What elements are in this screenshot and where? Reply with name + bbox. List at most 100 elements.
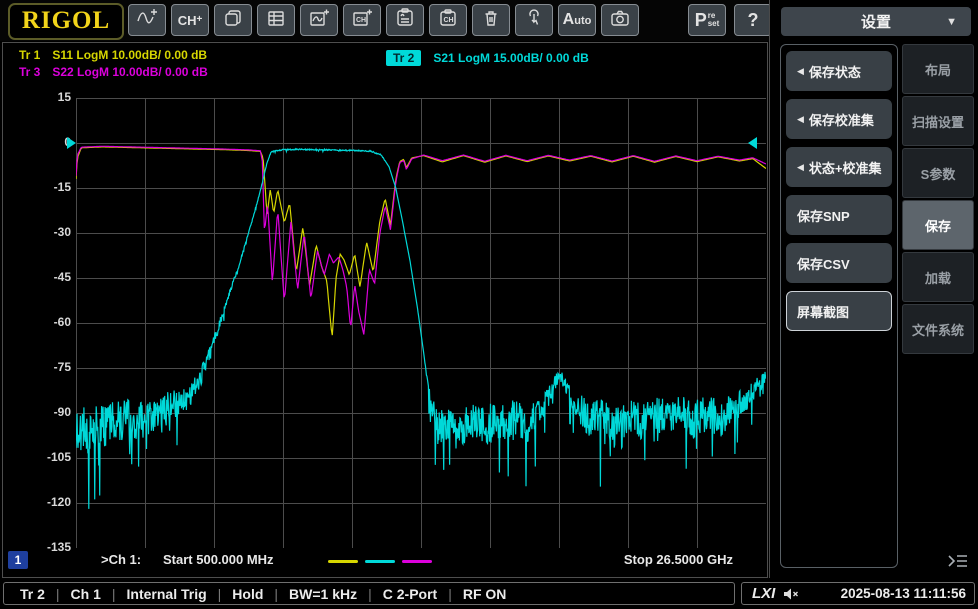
- settings-panel: 设置 ▼ ◀ 保存状态 ◀ 保存校准集 ◀ 状态+校准集保存SNP 保存CSV 屏幕截图 布局…: [776, 0, 978, 578]
- trace3-label[interactable]: Tr 3 S22 LogM 10.00dB/ 0.00 dB: [19, 65, 208, 79]
- system-status: LXI 2025-08-13 11:11:56: [741, 582, 975, 605]
- submenu-container: ◀ 保存状态 ◀ 保存校准集 ◀ 状态+校准集保存SNP 保存CSV 屏幕截图: [780, 44, 898, 568]
- trace1-legend-dash: [328, 560, 358, 563]
- menu-tab[interactable]: S参数: [902, 148, 974, 198]
- menu-item[interactable]: 保存CSV: [786, 243, 892, 283]
- y-tick-label: -105: [46, 450, 71, 464]
- menu-item-label: 状态+校准集: [808, 160, 882, 176]
- y-tick-label: -60: [53, 315, 71, 329]
- ref-level-marker-right[interactable]: [748, 137, 757, 149]
- touch-icon: [524, 8, 544, 33]
- y-tick-label: -30: [53, 225, 71, 239]
- y-tick-label: 15: [57, 90, 71, 104]
- window-trace-icon: [309, 8, 330, 33]
- status-separator: |: [274, 585, 279, 602]
- add-channel-button[interactable]: CH +: [171, 4, 209, 36]
- trace2-label[interactable]: Tr 2 S21 LogM 15.00dB/ 0.00 dB: [386, 50, 589, 66]
- clipboard-trace-icon: [395, 7, 415, 33]
- start-frequency[interactable]: Start 500.000 MHz: [163, 552, 274, 567]
- status-item[interactable]: RF ON: [463, 586, 507, 602]
- trash-icon: [481, 8, 501, 33]
- stop-frequency[interactable]: Stop 26.5000 GHz: [624, 552, 733, 567]
- rigol-logo: RIGOL: [8, 3, 124, 40]
- lxi-logo: LXI: [752, 585, 776, 602]
- status-item[interactable]: C 2-Port: [383, 586, 437, 602]
- collapse-menu-button[interactable]: [944, 552, 972, 574]
- trace-plot: [76, 98, 766, 548]
- status-item[interactable]: Tr 2: [20, 586, 45, 602]
- menu-tab[interactable]: 文件系统: [902, 304, 974, 354]
- status-item[interactable]: BW=1 kHz: [289, 586, 357, 602]
- trace2-active-badge: Tr 2: [386, 50, 422, 66]
- menu-item-label: 屏幕截图: [797, 304, 850, 320]
- menu-item-label: 保存CSV: [797, 256, 850, 272]
- trace1-label[interactable]: Tr 1 S11 LogM 10.00dB/ 0.00 dB: [19, 48, 207, 62]
- menu-tab[interactable]: 布局: [902, 44, 974, 94]
- y-tick-label: -45: [53, 270, 71, 284]
- menu-item[interactable]: 屏幕截图: [786, 291, 892, 331]
- collapse-menu-icon: [947, 553, 969, 574]
- plot-window: Tr 1 S11 LogM 10.00dB/ 0.00 dB Tr 3 S22 Lo…: [2, 42, 768, 578]
- menu-tabs: 布局 扫描设置 S参数 保存 加载 文件系统: [902, 44, 974, 356]
- screenshot-button[interactable]: [601, 4, 639, 36]
- menu-item[interactable]: ◀ 保存状态: [786, 51, 892, 91]
- chevron-down-icon: ▼: [946, 15, 957, 28]
- status-separator: |: [217, 585, 222, 602]
- stacked-windows-icon: [223, 8, 243, 33]
- menu-item-label: 保存SNP: [797, 208, 850, 224]
- sweep-range-row: 1 >Ch 1: Start 500.000 MHz Stop 26.5000 …: [3, 549, 769, 573]
- auto-scale-button[interactable]: Auto: [558, 4, 596, 36]
- menu-item-label: 保存校准集: [808, 112, 874, 128]
- help-button[interactable]: ?: [734, 4, 772, 36]
- delete-button[interactable]: [472, 4, 510, 36]
- submenu-arrow-icon: ◀: [797, 65, 804, 76]
- menu-item[interactable]: ◀ 状态+校准集: [786, 147, 892, 187]
- channel-manager-button[interactable]: CH: [429, 4, 467, 36]
- menu-tab[interactable]: 加载: [902, 252, 974, 302]
- status-item[interactable]: Hold: [232, 586, 263, 602]
- add-trace-button[interactable]: [128, 4, 166, 36]
- y-axis-labels: 15 0 -15 -30 -45 -60 -75 -90 -105 -120 -135: [21, 90, 71, 554]
- status-bar: Tr 2 | Ch 1 | Internal Trig | Hold | BW=1 kHz | C …: [0, 580, 978, 609]
- menu-title-dropdown[interactable]: 设置 ▼: [781, 7, 971, 36]
- status-items: Tr 2 | Ch 1 | Internal Trig | Hold | BW=1 kHz | C …: [3, 582, 735, 605]
- window-layout-button[interactable]: [214, 4, 252, 36]
- status-separator: |: [368, 585, 372, 602]
- preset-button[interactable]: Pre set: [688, 4, 726, 36]
- add-trace-window-button[interactable]: [300, 4, 338, 36]
- ref-level-marker-left[interactable]: [67, 137, 76, 149]
- vna-screen: RIGOL CH + CH CH Auto P re set ? Tr 1 S1…: [0, 0, 978, 609]
- status-item[interactable]: Ch 1: [71, 586, 101, 602]
- menu-item[interactable]: 保存SNP: [786, 195, 892, 235]
- trace-plus-icon: [136, 8, 158, 33]
- y-tick-label: -15: [53, 180, 71, 194]
- status-item[interactable]: Internal Trig: [127, 586, 207, 602]
- svg-text:CH: CH: [444, 17, 454, 24]
- preset-icon: P: [694, 9, 707, 30]
- speaker-muted-icon[interactable]: [783, 587, 800, 601]
- channel-plus-icon: CH: [177, 12, 197, 28]
- table-icon: [266, 8, 286, 33]
- menu-tab[interactable]: 保存: [902, 200, 974, 250]
- menu-tab[interactable]: 扫描设置: [902, 96, 974, 146]
- clock: 2025-08-13 11:11:56: [840, 586, 966, 601]
- y-tick-label: -75: [53, 360, 71, 374]
- channel-label: >Ch 1:: [101, 552, 142, 567]
- submenu-arrow-icon: ◀: [797, 161, 804, 172]
- channel-number-badge[interactable]: 1: [8, 551, 28, 569]
- frame-channel-icon: CH: [438, 8, 458, 33]
- y-tick-label: -120: [46, 495, 71, 509]
- touch-button[interactable]: [515, 4, 553, 36]
- menu-item[interactable]: ◀ 保存校准集: [786, 99, 892, 139]
- help-icon: ?: [747, 9, 759, 30]
- window-channel-icon: CH: [352, 8, 373, 33]
- trace-manager-button[interactable]: [386, 4, 424, 36]
- y-tick-label: -90: [53, 405, 71, 419]
- menu-item-label: 保存状态: [808, 64, 861, 80]
- status-separator: |: [55, 585, 60, 602]
- y-tick-label: 0: [64, 135, 71, 149]
- add-table-button[interactable]: [257, 4, 295, 36]
- submenu-arrow-icon: ◀: [797, 113, 804, 124]
- auto-label: Auto: [562, 11, 592, 28]
- add-channel-window-button[interactable]: CH: [343, 4, 381, 36]
